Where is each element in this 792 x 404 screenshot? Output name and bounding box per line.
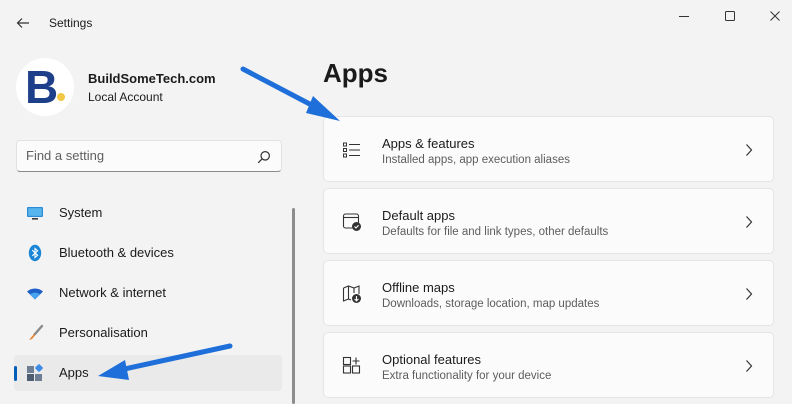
card-description: Extra functionality for your device — [382, 370, 552, 382]
search-icon — [257, 151, 270, 164]
wifi-icon — [27, 288, 43, 300]
minimize-button[interactable] — [664, 6, 704, 26]
card-offline-maps[interactable]: Offline maps Downloads, storage location… — [323, 260, 774, 326]
sidebar-item-label: Network & internet — [59, 285, 166, 300]
sidebar-item-system[interactable]: System — [14, 195, 282, 231]
card-apps-features[interactable]: Apps & features Installed apps, app exec… — [323, 116, 774, 182]
search-input[interactable] — [26, 148, 246, 163]
back-arrow-icon — [16, 18, 29, 28]
monitor-icon — [27, 207, 43, 220]
chevron-right-icon — [746, 144, 753, 156]
list-icon — [343, 142, 360, 158]
close-icon — [770, 11, 780, 21]
avatar[interactable]: B — [16, 58, 74, 116]
card-description: Installed apps, app execution aliases — [382, 154, 570, 166]
avatar-logo-letter: B — [25, 61, 59, 113]
card-title: Default apps — [382, 208, 455, 223]
chevron-right-icon — [746, 360, 753, 372]
sidebar-item-label: Apps — [59, 365, 89, 380]
search-box[interactable] — [16, 140, 282, 172]
sidebar-item-network[interactable]: Network & internet — [14, 275, 282, 311]
page-title: Apps — [323, 58, 388, 88]
back-button[interactable] — [10, 10, 36, 36]
sidebar-item-personalisation[interactable]: Personalisation — [14, 315, 282, 351]
sidebar-item-label: Personalisation — [59, 325, 148, 340]
sidebar-item-label: System — [59, 205, 103, 220]
card-description: Downloads, storage location, map updates — [382, 298, 600, 310]
card-title: Apps & features — [382, 136, 475, 151]
paintbrush-icon — [29, 324, 44, 340]
title-bar: Settings — [0, 0, 792, 46]
minimize-icon — [679, 16, 689, 17]
window-title: Settings — [49, 16, 93, 30]
sidebar-item-apps[interactable]: Apps — [14, 355, 282, 391]
add-features-icon — [342, 356, 361, 374]
close-button[interactable] — [755, 6, 792, 26]
chevron-right-icon — [746, 216, 753, 228]
account-name: BuildSomeTech.com — [88, 71, 216, 86]
map-download-icon — [342, 285, 361, 303]
card-default-apps[interactable]: Default apps Defaults for file and link … — [323, 188, 774, 254]
selection-indicator — [14, 366, 17, 381]
card-title: Optional features — [382, 352, 482, 367]
sidebar-item-bluetooth[interactable]: Bluetooth & devices — [14, 235, 282, 271]
bluetooth-icon — [28, 244, 42, 262]
chevron-right-icon — [746, 288, 753, 300]
avatar-logo-dot — [57, 93, 65, 101]
maximize-button[interactable] — [710, 6, 750, 26]
apps-icon — [27, 364, 43, 381]
card-optional-features[interactable]: Optional features Extra functionality fo… — [323, 332, 774, 398]
maximize-icon — [725, 11, 735, 21]
account-type: Local Account — [88, 90, 163, 104]
card-description: Defaults for file and link types, other … — [382, 226, 609, 238]
sidebar-item-label: Bluetooth & devices — [59, 245, 174, 260]
card-title: Offline maps — [382, 280, 455, 295]
default-apps-icon — [342, 213, 361, 231]
sidebar-scrollbar[interactable] — [292, 208, 295, 404]
